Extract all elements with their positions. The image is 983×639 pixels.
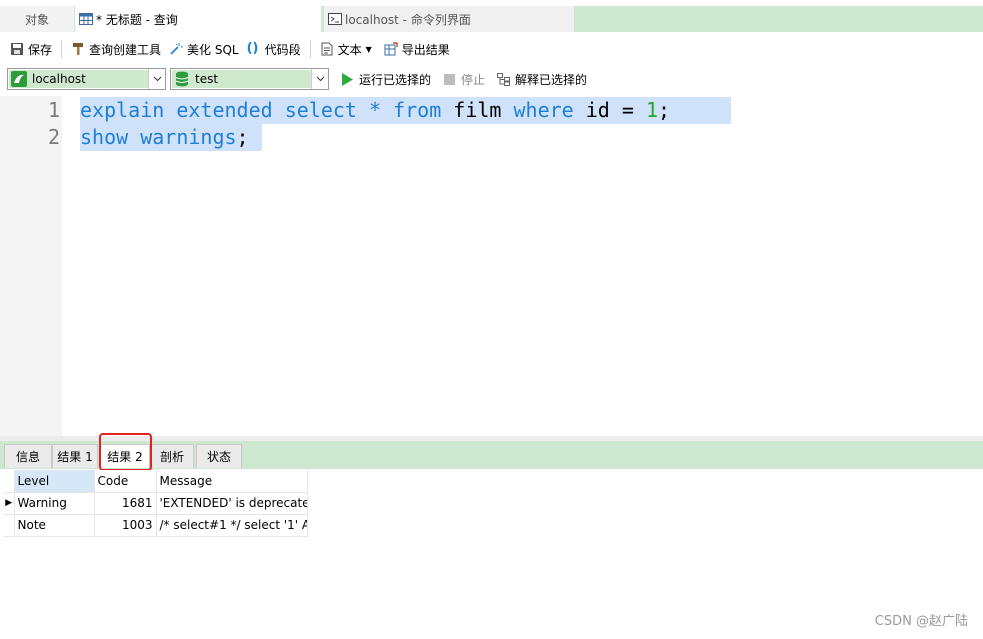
connection-bar: localhost test 运行已选择的 停止 解释已选择的 (0, 66, 983, 92)
sql-keyword: from (393, 98, 442, 122)
current-row-arrow-icon: ▶ (4, 492, 15, 515)
sql-operator: * (356, 98, 394, 122)
sql-keyword: show warnings (80, 125, 237, 149)
cell-code[interactable]: 1003 (94, 514, 157, 537)
sql-identifier: film (441, 98, 514, 122)
export-grid-icon (384, 42, 398, 56)
play-icon (342, 72, 353, 86)
watermark: CSDN @赵广陆 (874, 614, 968, 629)
row-marker-header (4, 470, 15, 493)
chevron-down-icon[interactable] (311, 69, 328, 89)
mysql-connection-icon (11, 71, 27, 87)
column-header-level[interactable]: Level (14, 470, 95, 493)
result-tab-label: 信息 (15, 450, 40, 464)
database-select-fill (172, 70, 311, 88)
toolbar-divider (61, 40, 63, 58)
result-tab-label: 状态 (206, 450, 231, 464)
beautify-sql-label: 美化 SQL (187, 42, 239, 57)
chevron-down-icon[interactable]: ▼ (366, 45, 372, 54)
run-selected-label: 运行已选择的 (359, 72, 432, 87)
sql-editor[interactable]: 1 2 explain extended select * from film … (0, 96, 983, 436)
tab-command-line-label: localhost - 命令列界面 (345, 12, 471, 27)
cell-code[interactable]: 1681 (94, 492, 157, 515)
beautify-sql-button[interactable]: 美化 SQL (165, 38, 243, 60)
export-results-button[interactable]: 导出结果 (380, 38, 454, 60)
stop-icon (444, 73, 456, 85)
column-header-code[interactable]: Code (94, 470, 157, 493)
text-mode-button[interactable]: 文本 ▼ (316, 38, 380, 60)
line-number-gutter: 1 2 (0, 96, 62, 436)
code-line-1[interactable]: explain extended select * from film wher… (80, 97, 731, 124)
tab-query[interactable]: * 无标题 - 查询 (75, 6, 321, 32)
code-snippet-button[interactable]: () 代码段 (243, 38, 305, 60)
explain-selected-label: 解释已选择的 (515, 72, 588, 87)
magic-wand-icon (170, 43, 183, 55)
cell-level[interactable]: Warning (14, 492, 95, 515)
table-row[interactable]: Note 1003 /* select#1 */ select '1' AS (4, 514, 308, 537)
export-results-label: 导出结果 (401, 42, 450, 57)
result-tab-label: 结果 1 (57, 450, 93, 464)
sql-terminator: ; (658, 98, 671, 122)
terminal-icon (328, 13, 342, 25)
query-builder-button[interactable]: 查询创建工具 (67, 38, 165, 60)
tab-query-label: * 无标题 - 查询 (96, 12, 178, 27)
run-selected-button[interactable]: 运行已选择的 (335, 71, 437, 88)
save-button[interactable]: 保存 (6, 38, 56, 60)
row-marker (4, 514, 15, 537)
explain-tree-icon (497, 72, 511, 86)
cell-message[interactable]: /* select#1 */ select '1' AS (156, 514, 308, 537)
code-line-2[interactable]: show warnings; (80, 124, 262, 151)
tab-objects-label: 对象 (24, 12, 49, 27)
document-tab-strip: 对象 * 无标题 - 查询 localhost - 命令列界面 (0, 6, 983, 32)
sql-number: 1 (645, 98, 659, 122)
code-snippet-label: 代码段 (264, 42, 301, 57)
server-select[interactable]: localhost (7, 68, 166, 90)
database-select-value: test (195, 72, 219, 86)
line-number: 1 (47, 98, 60, 122)
query-builder-label: 查询创建工具 (89, 42, 162, 57)
result-tab-profile[interactable]: 剖析 (150, 444, 194, 468)
result-tab-label: 剖析 (159, 450, 184, 464)
database-icon (175, 71, 189, 87)
stop-label: 停止 (461, 72, 486, 87)
parentheses-icon: () (246, 41, 259, 56)
explain-selected-button[interactable]: 解释已选择的 (491, 71, 593, 88)
stop-button[interactable]: 停止 (437, 71, 491, 88)
save-label: 保存 (28, 42, 53, 57)
tab-objects[interactable]: 对象 (0, 6, 74, 32)
grid-header-row: Level Code Message (4, 470, 308, 493)
hammer-icon (73, 43, 84, 55)
save-icon (11, 43, 23, 55)
text-mode-label: 文本 (337, 42, 362, 57)
document-text-icon (321, 42, 333, 56)
query-grid-icon (79, 13, 93, 25)
server-select-value: localhost (32, 72, 86, 86)
chevron-down-icon[interactable] (148, 69, 165, 89)
sql-expression: id = (573, 98, 646, 122)
result-tab-status[interactable]: 状态 (196, 444, 242, 468)
result-grid[interactable]: Level Code Message ▶ Warning 1681 'EXTEN… (4, 470, 308, 537)
query-toolbar: 保存 查询创建工具 美化 SQL () 代码段 文本 ▼ 导出结果 (0, 36, 983, 62)
sql-terminator: ; (236, 125, 249, 149)
cell-message[interactable]: 'EXTENDED' is deprecated (156, 492, 308, 515)
column-header-message[interactable]: Message (156, 470, 308, 493)
result-tab-info[interactable]: 信息 (4, 444, 52, 468)
toolbar-divider (309, 40, 311, 58)
table-row[interactable]: ▶ Warning 1681 'EXTENDED' is deprecated (4, 492, 308, 515)
cell-level[interactable]: Note (14, 514, 95, 537)
sql-keyword: where (513, 98, 574, 122)
sql-keyword: explain extended select (80, 98, 357, 122)
tab-command-line[interactable]: localhost - 命令列界面 (324, 6, 574, 32)
line-number: 2 (47, 125, 60, 149)
database-select[interactable]: test (170, 68, 329, 90)
result-tab-result1[interactable]: 结果 1 (52, 444, 98, 468)
highlight-annotation (99, 433, 152, 471)
